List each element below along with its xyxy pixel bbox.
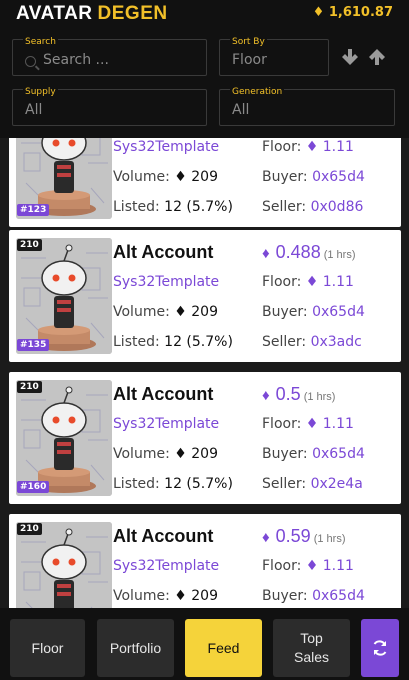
refresh-icon [373,640,387,656]
floor-stat: Floor: ♦ 1.11 [262,558,354,574]
sort-by-select[interactable]: Sort By Floor [219,37,329,76]
listing-title: Alt Account [113,526,214,546]
sort-by-value: Floor [232,52,267,68]
generation-select[interactable]: Generation All [219,87,395,126]
listing-card[interactable]: 210 #160 Alt Account ♦ 0.5 (1 hrs) Sys32Te… [9,372,401,504]
listed-stat: Listed: 12 (5.7%) [113,476,233,492]
buyer-stat[interactable]: Buyer: 0x65d4 [262,446,365,462]
wallet-balance: ♦ 1,610.87 [312,5,393,20]
listing-card[interactable]: 210 #135 Alt Account ♦ 0.488 (1 hrs) Sys32… [9,230,401,362]
top-sales-label: Top Sales [293,630,330,665]
listing-price: ♦ 0.5 (1 hrs) [262,384,336,404]
header: AVATAR DEGEN ♦ 1,610.87 Search Search ...… [0,0,409,138]
avatar-image: #123 [16,138,112,219]
template-link[interactable]: Sys32Template [113,274,219,290]
arrow-down-icon[interactable] [340,46,360,68]
search-input[interactable]: Search Search ... [12,37,207,76]
avatar-number-badge: #135 [17,339,50,351]
brand-logo: AVATAR DEGEN [16,3,168,25]
brand-part1: AVATAR [16,3,93,24]
avatar-number-badge: #123 [17,204,50,216]
generation-badge: 210 [17,239,42,251]
supply-label: Supply [23,87,58,97]
nav-floor-button[interactable]: Floor [10,619,85,677]
floor-stat: Floor: ♦ 1.11 [262,416,354,432]
listed-stat: Listed: 12 (5.7%) [113,334,233,350]
floor-stat: Floor: ♦ 1.11 [262,139,354,155]
diamond-icon: ♦ [262,245,270,262]
buyer-stat[interactable]: Buyer: 0x65d4 [262,588,365,604]
template-link[interactable]: Sys32Template [113,416,219,432]
avatar-number-badge: #160 [17,481,50,493]
seller-stat[interactable]: Seller: 0x2e4a [262,476,363,492]
volume-stat: Volume: ♦ 209 [113,169,218,185]
sort-by-label: Sort By [230,37,267,47]
app-root: AVATAR DEGEN ♦ 1,610.87 Search Search ...… [0,0,409,680]
listing-card[interactable]: 210 Alt Account ♦ 0.59 (1 hrs) Sys32Templa… [9,514,401,608]
template-link[interactable]: Sys32Template [113,558,219,574]
listing-price: ♦ 0.59 (1 hrs) [262,526,346,546]
listing-title: Alt Account [113,384,214,404]
bottom-nav: Floor Portfolio Feed Top Sales [0,608,409,680]
refresh-button[interactable] [361,619,399,677]
listing-feed[interactable]: #123 Sys32Template Volume: ♦ 209 Listed:… [0,138,409,608]
nav-top-sales-button[interactable]: Top Sales [273,619,350,677]
search-icon [25,56,36,67]
floor-stat: Floor: ♦ 1.11 [262,274,354,290]
buyer-stat[interactable]: Buyer: 0x65d4 [262,169,365,185]
volume-stat: Volume: ♦ 209 [113,446,218,462]
avatar-image: 210 [16,522,112,608]
generation-value: All [232,102,250,118]
volume-stat: Volume: ♦ 209 [113,304,218,320]
diamond-icon: ♦ [262,529,270,546]
listing-title: Alt Account [113,242,214,262]
seller-stat[interactable]: Seller: 0x3adc [262,334,362,350]
diamond-icon: ♦ [262,387,270,404]
supply-value: All [25,102,43,118]
brand-part2: DEGEN [97,3,168,24]
search-placeholder: Search ... [43,52,109,68]
generation-badge: 210 [17,381,42,393]
avatar-image: 210 #135 [16,238,112,354]
arrow-up-icon[interactable] [367,46,387,68]
avatar-illustration [16,238,112,354]
listing-price: ♦ 0.488 (1 hrs) [262,242,356,262]
supply-select[interactable]: Supply All [12,87,207,126]
generation-badge: 210 [17,523,42,535]
listed-stat: Listed: 12 (5.7%) [113,199,233,215]
avatar-illustration [16,380,112,496]
listing-card[interactable]: #123 Sys32Template Volume: ♦ 209 Listed:… [9,138,401,227]
nav-feed-button[interactable]: Feed [185,619,262,677]
seller-stat[interactable]: Seller: 0x0d86 [262,199,363,215]
buyer-stat[interactable]: Buyer: 0x65d4 [262,304,365,320]
nav-portfolio-button[interactable]: Portfolio [97,619,174,677]
generation-label: Generation [230,87,285,97]
volume-stat: Volume: ♦ 209 [113,588,218,604]
search-label: Search [23,37,58,47]
avatar-image: 210 #160 [16,380,112,496]
template-link[interactable]: Sys32Template [113,139,219,155]
